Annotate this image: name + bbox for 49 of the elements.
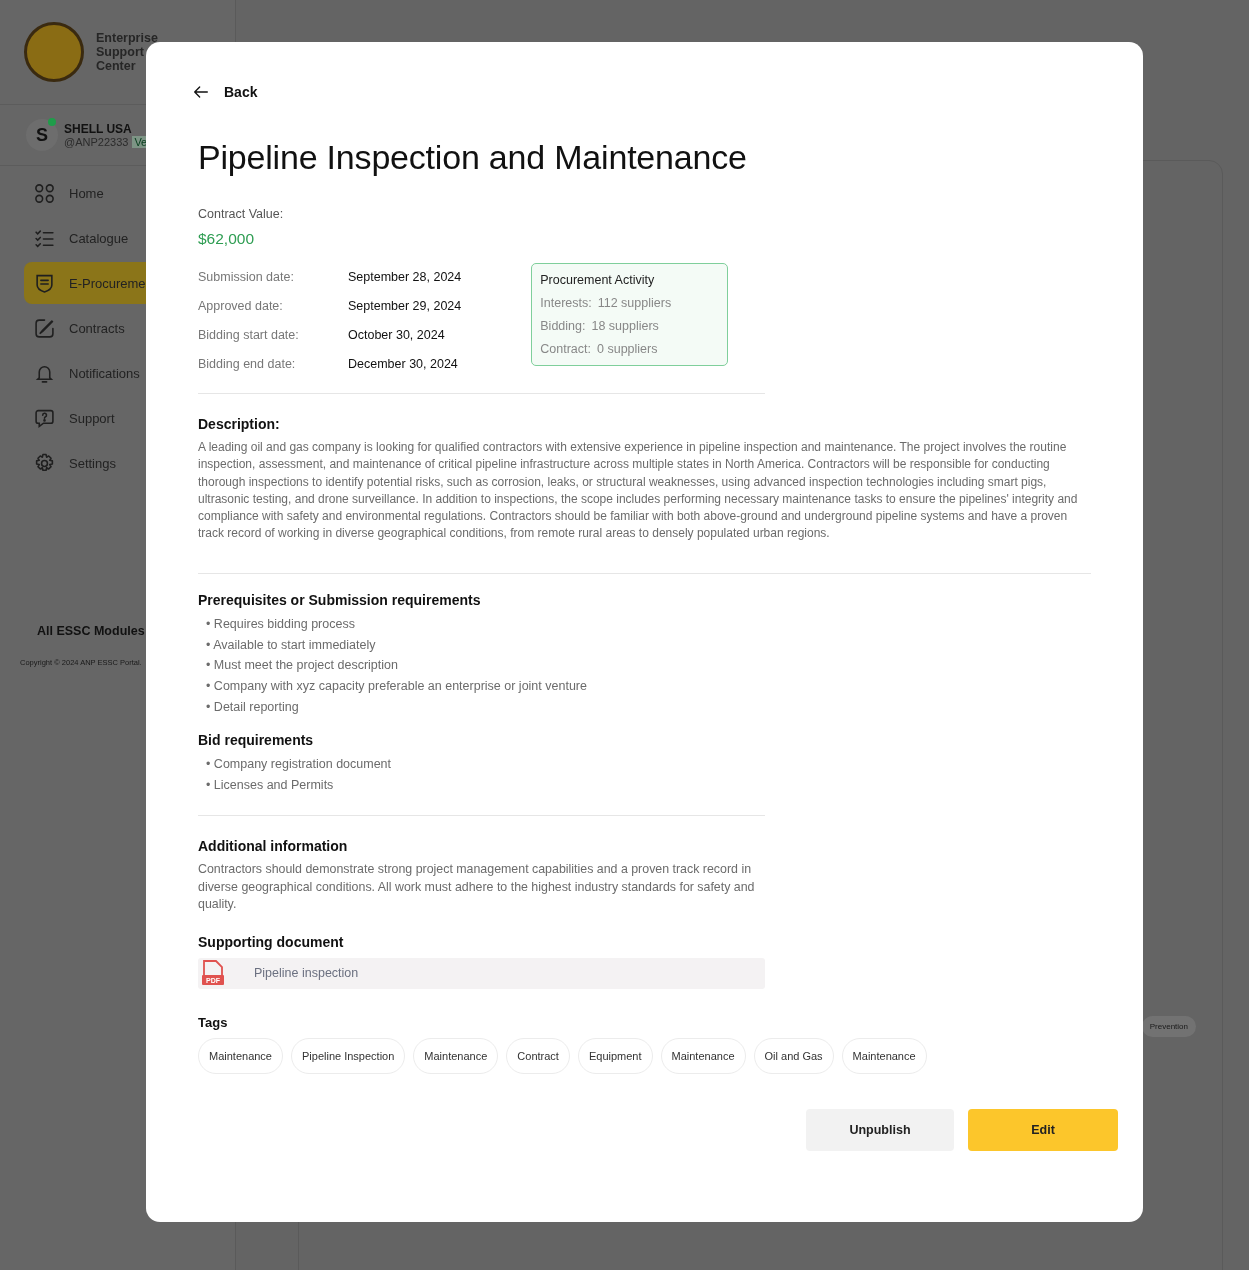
contract-value: $62,000 — [198, 230, 256, 248]
edit-button[interactable]: Edit — [968, 1108, 1118, 1151]
date-value: December 30, 2024 — [348, 357, 459, 371]
activity-value: 112 suppliers — [597, 296, 672, 310]
tag: Prevention — [1141, 1016, 1196, 1037]
grid-icon — [34, 182, 55, 204]
user-handle: @ANP22333 — [64, 136, 129, 148]
user-name: SHELL USA — [64, 122, 133, 136]
date-value: September 28, 2024 — [348, 270, 462, 284]
activity-value: 18 suppliers — [591, 319, 659, 333]
requirement-item: • Licenses and Permits — [206, 776, 334, 794]
settings-icon — [34, 452, 55, 474]
requirement-item: • Detail reporting — [206, 698, 299, 716]
requirement-item: • Company with xyz capacity preferable an enterprise or joint venture — [206, 678, 587, 696]
document-heading: Supporting document — [198, 933, 345, 950]
requirement-item: • Available to start immediately — [206, 636, 376, 654]
prerequisites-heading: Prerequisites or Submission requirements — [198, 591, 482, 608]
dialog-title: Pipeline Inspection and Maintenance — [198, 138, 748, 177]
description-heading: Description: — [198, 416, 281, 432]
bid-heading: Bid requirements — [198, 731, 315, 748]
activity-label: Contract: — [540, 342, 591, 356]
additional-text: Contractors should demonstrate strong project management capabilities and a proven track record in diverse geographical conditions. All work must adhere to the highest industry standards for safety and quality. — [198, 861, 756, 914]
activity-label: Bidding: — [540, 319, 586, 333]
user-avatar: S — [26, 119, 58, 151]
description-text: A leading oil and gas company is looking for qualified contractors with extensive experience in pipeline inspection and maintenance. The project involves the routine inspection, assessment, and maintenance of critical pipeline infrastructure across multiple states in North America. Contractors will be responsible for conducting thorough inspections to identify potential risks, such as corrosion, leaks, or structural weaknesses, using advanced inspection technologies including smart pigs, ultrasonic testing, and drone surveillance. In addition to inspections, the scope includes performing necessary maintenance tasks to ensure the pipelines' integrity and compliance with safety and environmental regulations. Contractors should be familiar with both above-ground and underground pipeline systems and have a proven track record of working in diverse geographical conditions, from remote rural areas to densely populated urban regions. — [198, 439, 1079, 543]
tags-heading: Tags — [198, 1014, 229, 1030]
date-label: Bidding end date: — [198, 357, 297, 371]
shield-icon — [34, 272, 55, 294]
activity-label: Interests: — [540, 296, 592, 310]
requirement-item: • Requires bidding process — [206, 615, 355, 633]
brand-name: Enterprise Support Center — [96, 31, 159, 73]
date-label: Bidding start date: — [198, 328, 300, 342]
activity-title: Procurement Activity — [540, 273, 656, 287]
requirement-item: • Must meet the project description — [206, 657, 398, 675]
date-value: September 29, 2024 — [348, 299, 462, 313]
requirement-item: • Company registration document — [206, 755, 392, 773]
help-bubble-icon — [34, 407, 55, 429]
logo-icon — [24, 22, 84, 82]
additional-heading: Additional information — [198, 838, 349, 855]
contract-value-label: Contract Value: — [198, 207, 285, 221]
back-arrow-icon — [192, 83, 210, 101]
unpublish-button[interactable]: Unpublish — [806, 1108, 954, 1151]
date-value: October 30, 2024 — [348, 328, 446, 342]
pen-icon — [34, 317, 55, 339]
checklist-icon — [34, 227, 55, 249]
activity-value: 0 suppliers — [597, 342, 658, 356]
back-button[interactable]: Back — [186, 82, 264, 102]
document-name: Pipeline inspection — [254, 966, 359, 981]
modules-link[interactable]: All ESSC Modules — [37, 624, 145, 638]
